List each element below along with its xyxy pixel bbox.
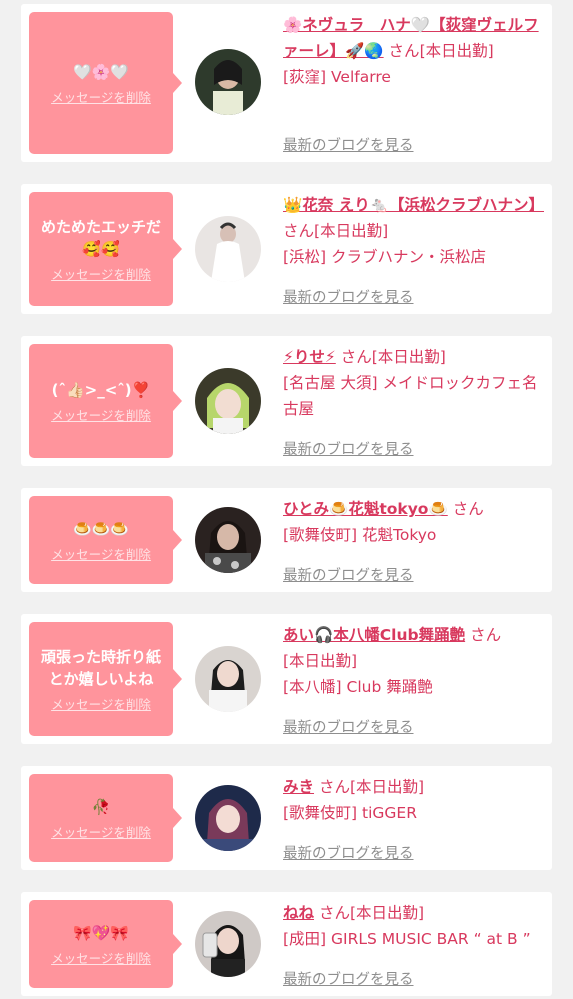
cast-card: 🍮🍮🍮 メッセージを削除 ひとみ🍮花魁tokyo🍮 さん [歌舞伎町] 花魁To…	[21, 488, 552, 592]
cast-card: めためたエッチだ🥰🥰 メッセージを削除 👑花奈 えり🐁【浜松クラブハナン】 さん…	[21, 184, 552, 314]
cast-card: 🤍🌸🤍 メッセージを削除 🌸ネヴュラ ハナ🤍【荻窪ヴェルファーレ】🚀🌏 さん[本…	[21, 4, 552, 162]
latest-blog-link[interactable]: 最新のブログを見る	[283, 564, 414, 585]
latest-blog-link[interactable]: 最新のブログを見る	[283, 286, 414, 307]
avatar[interactable]	[195, 911, 261, 977]
honorific: さん	[388, 42, 420, 60]
cast-name-link[interactable]: 👑花奈 えり🐁【浜松クラブハナン】	[283, 196, 544, 214]
latest-blog-link[interactable]: 最新のブログを見る	[283, 438, 414, 459]
cast-name-link[interactable]: ねね	[283, 904, 314, 922]
cast-info: あい🎧本八幡Club舞踊艶 さん [本日出勤] [本八幡] Club 舞踊艶	[283, 622, 545, 700]
message-bubble: (ˆ👍🏻>_<ˆ)❣️ メッセージを削除	[29, 344, 182, 458]
avatar[interactable]	[195, 507, 261, 573]
status-text: [本日出勤]	[349, 904, 425, 922]
cast-info: 🌸ネヴュラ ハナ🤍【荻窪ヴェルファーレ】🚀🌏 さん[本日出勤] [荻窪] Vel…	[283, 12, 545, 90]
cast-card: 🎀💖🎀 メッセージを削除 ねね さん[本日出勤] [成田] GIRLS MUSI…	[21, 892, 552, 996]
shop-text: [名古屋 大須] メイドロックカフェ名古屋	[283, 374, 538, 418]
honorific: さん	[340, 348, 372, 366]
avatar[interactable]	[195, 368, 261, 434]
message-bubble: 🥀 メッセージを削除	[29, 774, 182, 862]
shop-text: [歌舞伎町] tiGGER	[283, 804, 417, 822]
message-text: 🎀💖🎀	[72, 923, 130, 942]
cast-card: 🥀 メッセージを削除 みき さん[本日出勤] [歌舞伎町] tiGGER 最新の…	[21, 766, 552, 870]
message-text: 頑張った時折り紙とか嬉しいよね	[40, 647, 161, 688]
shop-text: [浜松] クラブハナン・浜松店	[283, 248, 487, 266]
avatar[interactable]	[195, 646, 261, 712]
cast-name-link[interactable]: みき	[283, 778, 314, 796]
status-text: [本日出勤]	[419, 42, 494, 60]
cast-info: ねね さん[本日出勤] [成田] GIRLS MUSIC BAR “ at B …	[283, 900, 545, 952]
shop-text: [荻窪] Velfarre	[283, 68, 391, 86]
message-bubble: 🍮🍮🍮 メッセージを削除	[29, 496, 182, 584]
delete-message-link[interactable]: メッセージを削除	[51, 694, 151, 713]
avatar[interactable]	[195, 216, 261, 282]
message-text: 🍮🍮🍮	[72, 519, 130, 538]
honorific: さん	[452, 500, 484, 518]
shop-text: [成田] GIRLS MUSIC BAR “ at B ”	[283, 930, 531, 948]
status-text: [本日出勤]	[349, 778, 425, 796]
delete-message-link[interactable]: メッセージを削除	[51, 405, 151, 424]
status-text: [本日出勤]	[314, 222, 389, 240]
cast-card: 頑張った時折り紙とか嬉しいよね メッセージを削除 あい🎧本八幡Club舞踊艶 さ…	[21, 614, 552, 744]
latest-blog-link[interactable]: 最新のブログを見る	[283, 134, 414, 155]
honorific: さん	[470, 626, 502, 644]
message-bubble: 🎀💖🎀 メッセージを削除	[29, 900, 182, 988]
latest-blog-link[interactable]: 最新のブログを見る	[283, 968, 414, 989]
delete-message-link[interactable]: メッセージを削除	[51, 544, 151, 563]
cast-name-link[interactable]: ⚡りせ⚡	[283, 348, 336, 366]
delete-message-link[interactable]: メッセージを削除	[51, 264, 151, 283]
status-text: [本日出勤]	[283, 652, 358, 670]
message-text: 🥀	[91, 797, 111, 816]
honorific: さん	[318, 778, 350, 796]
message-text: めためたエッチだ🥰🥰	[40, 217, 161, 258]
shop-text: [本八幡] Club 舞踊艶	[283, 678, 433, 696]
cast-card: (ˆ👍🏻>_<ˆ)❣️ メッセージを削除 ⚡りせ⚡ さん[本日出勤] [名古屋 …	[21, 336, 552, 466]
message-bubble: めためたエッチだ🥰🥰 メッセージを削除	[29, 192, 182, 306]
latest-blog-link[interactable]: 最新のブログを見る	[283, 716, 414, 737]
shop-text: [歌舞伎町] 花魁Tokyo	[283, 526, 437, 544]
cast-info: 👑花奈 えり🐁【浜松クラブハナン】 さん[本日出勤] [浜松] クラブハナン・浜…	[283, 192, 545, 270]
message-bubble: 頑張った時折り紙とか嬉しいよね メッセージを削除	[29, 622, 182, 736]
avatar[interactable]	[195, 49, 261, 115]
cast-info: ひとみ🍮花魁tokyo🍮 さん [歌舞伎町] 花魁Tokyo	[283, 496, 545, 548]
status-text: [本日出勤]	[371, 348, 446, 366]
delete-message-link[interactable]: メッセージを削除	[51, 948, 151, 967]
latest-blog-link[interactable]: 最新のブログを見る	[283, 842, 414, 863]
honorific: さん	[283, 222, 315, 240]
message-bubble: 🤍🌸🤍 メッセージを削除	[29, 12, 182, 154]
cast-info: みき さん[本日出勤] [歌舞伎町] tiGGER	[283, 774, 545, 826]
honorific: さん	[318, 904, 350, 922]
cast-info: ⚡りせ⚡ さん[本日出勤] [名古屋 大須] メイドロックカフェ名古屋	[283, 344, 545, 422]
avatar[interactable]	[195, 785, 261, 851]
delete-message-link[interactable]: メッセージを削除	[51, 822, 151, 841]
cast-name-link[interactable]: ひとみ🍮花魁tokyo🍮	[283, 500, 448, 518]
delete-message-link[interactable]: メッセージを削除	[51, 87, 151, 106]
message-text: 🤍🌸🤍	[72, 62, 130, 81]
cast-name-link[interactable]: あい🎧本八幡Club舞踊艶	[283, 626, 465, 644]
message-text: (ˆ👍🏻>_<ˆ)❣️	[51, 380, 151, 399]
